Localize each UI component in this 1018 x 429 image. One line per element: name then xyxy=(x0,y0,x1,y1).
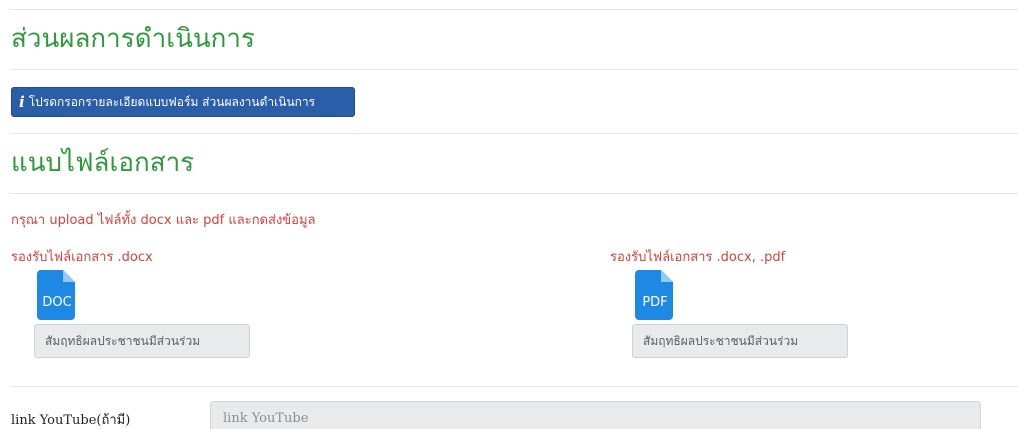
divider xyxy=(10,193,1018,194)
divider xyxy=(10,386,1018,387)
info-icon: i xyxy=(19,92,25,111)
page: ส่วนผลการดำเนินการ i โปรดกรอกรายละเอียดแ… xyxy=(0,0,1018,429)
divider xyxy=(10,9,1018,10)
divider xyxy=(10,133,1018,134)
upload-notice: กรุณา upload ไฟล์ทั้ง docx และ pdf และกด… xyxy=(11,213,316,228)
pdf-accept-text: รองรับไฟล์เอกสาร .docx, .pdf xyxy=(610,250,786,265)
docx-file-select-button[interactable]: สัมฤทธิผลประชาชนมีส่วนร่วม xyxy=(34,324,250,358)
divider xyxy=(10,69,1018,70)
youtube-link-label: link YouTube(ถ้ามี) xyxy=(11,413,131,428)
svg-text:DOC: DOC xyxy=(42,295,71,310)
svg-text:PDF: PDF xyxy=(642,295,667,310)
attachments-section-title: แนบไฟล์เอกสาร xyxy=(11,148,195,178)
pdf-file-select-button[interactable]: สัมฤทธิผลประชาชนมีส่วนร่วม xyxy=(632,324,848,358)
docx-accept-text: รองรับไฟล์เอกสาร .docx xyxy=(11,250,153,265)
pdf-file-icon[interactable]: PDF xyxy=(635,270,675,320)
results-section-title: ส่วนผลการดำเนินการ xyxy=(11,24,255,54)
youtube-link-input[interactable] xyxy=(210,401,981,429)
results-form-info-button[interactable]: i โปรดกรอกรายละเอียดแบบฟอร์ม ส่วนผลงานดำ… xyxy=(11,87,355,117)
info-button-label: โปรดกรอกรายละเอียดแบบฟอร์ม ส่วนผลงานดำเน… xyxy=(28,94,316,109)
doc-file-icon[interactable]: DOC xyxy=(37,270,77,320)
